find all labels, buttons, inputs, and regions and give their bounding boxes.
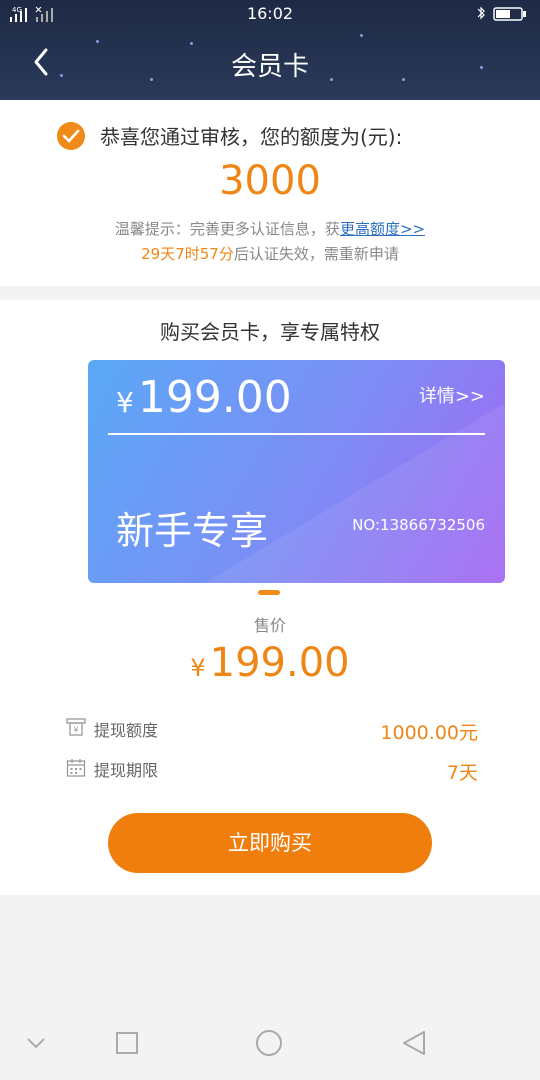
withdraw-amount-icon: ¥ xyxy=(66,718,86,736)
credit-amount: 3000 xyxy=(219,158,321,204)
expire-countdown: 29天7时57分 xyxy=(141,245,234,263)
card-price-value: 199.00 xyxy=(137,372,292,423)
section-title: 购买会员卡，享专属特权 xyxy=(160,320,380,344)
battery-icon xyxy=(477,6,526,21)
sale-price-value: 199.00 xyxy=(209,640,350,686)
card-detail-link[interactable]: 详情>> xyxy=(419,382,485,408)
card-number: NO:13866732506 xyxy=(352,516,485,534)
sale-currency: ¥ xyxy=(190,654,206,682)
carousel-indicator xyxy=(258,590,280,595)
approval-message: 恭喜您通过审核，您的额度为(元): xyxy=(100,125,403,149)
withdraw-term-label: 提现期限 xyxy=(94,761,159,780)
back-nav-button[interactable] xyxy=(403,1031,425,1055)
status-bar: 4G 16:02 xyxy=(0,0,540,28)
svg-text:¥: ¥ xyxy=(73,726,78,735)
card-name: 新手专享 xyxy=(116,509,269,553)
collapse-icon[interactable] xyxy=(27,1038,45,1049)
status-time: 16:02 xyxy=(246,4,294,23)
calendar-icon xyxy=(66,759,86,777)
sale-price: ¥199.00 xyxy=(0,640,540,686)
bluetooth-icon xyxy=(477,6,485,20)
expire-suffix: 后认证失效，需重新申请 xyxy=(233,245,399,263)
higher-limit-link[interactable]: 更高额度>> xyxy=(340,220,425,238)
card-price: ¥199.00 xyxy=(116,372,292,423)
recent-apps-button[interactable] xyxy=(116,1032,138,1054)
tip-text: 温馨提示：完善更多认证信息，获更高额度>> xyxy=(0,218,540,239)
withdraw-amount-label: 提现额度 xyxy=(94,721,159,740)
page-title: 会员卡 xyxy=(230,52,309,82)
app-header: 4G 16:02 会员卡 xyxy=(0,0,540,100)
tip-prefix: 温馨提示：完善更多认证信息，获 xyxy=(114,220,340,238)
check-circle-icon xyxy=(57,122,85,150)
home-button[interactable] xyxy=(256,1030,282,1056)
system-nav-bar xyxy=(27,1030,425,1056)
buy-now-button[interactable]: 立即购买 xyxy=(108,813,432,873)
withdraw-term-value: 7天 xyxy=(446,762,478,784)
expire-text: 29天7时57分后认证失效，需重新申请 xyxy=(0,243,540,264)
withdraw-amount-value: 1000.00元 xyxy=(380,722,478,744)
sale-label: 售价 xyxy=(253,616,286,635)
card-divider xyxy=(108,433,485,435)
card-currency: ¥ xyxy=(116,386,134,419)
membership-card[interactable]: ¥199.00 详情>> 新手专享 NO:13866732506 xyxy=(88,360,505,583)
